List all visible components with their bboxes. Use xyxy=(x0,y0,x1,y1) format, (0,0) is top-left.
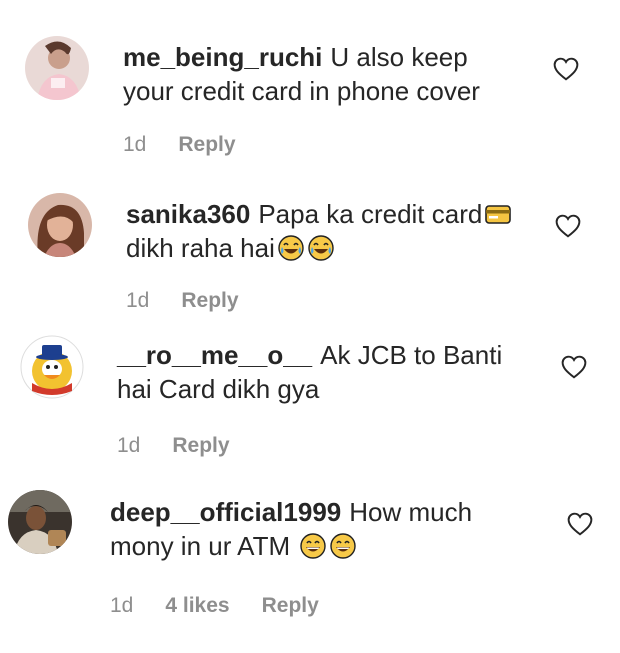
avatar[interactable] xyxy=(8,490,72,554)
grinning-face-icon xyxy=(299,532,327,560)
reply-button[interactable]: Reply xyxy=(262,594,319,618)
comment-meta: 1d 4 likes Reply xyxy=(110,594,319,618)
timestamp: 1d xyxy=(110,594,134,617)
grinning-face-icon xyxy=(329,532,357,560)
heart-outline-icon[interactable] xyxy=(561,355,587,379)
timestamp: 1d xyxy=(123,133,147,156)
comment-text: __ro__me__o__ Ak JCB to Banti hai Card di… xyxy=(117,338,517,406)
username-link[interactable]: __ro__me__o__ xyxy=(117,340,312,370)
face-with-tears-of-joy-icon xyxy=(277,234,305,262)
face-with-tears-of-joy-icon xyxy=(307,234,335,262)
comment-text: me_being_ruchi U also keep your credit ca… xyxy=(123,40,523,108)
heart-outline-icon[interactable] xyxy=(567,512,593,536)
heart-outline-icon[interactable] xyxy=(553,57,579,81)
avatar[interactable] xyxy=(20,335,84,399)
timestamp: 1d xyxy=(117,434,141,457)
username-link[interactable]: sanika360 xyxy=(126,199,250,229)
comment-meta: 1d Reply xyxy=(117,434,230,458)
heart-outline-icon[interactable] xyxy=(555,214,581,238)
comment-text: deep__official1999 How much mony in ur AT… xyxy=(110,495,510,563)
timestamp: 1d xyxy=(126,289,150,312)
reply-button[interactable]: Reply xyxy=(172,434,229,458)
likes-count[interactable]: 4 likes xyxy=(165,594,229,618)
reply-button[interactable]: Reply xyxy=(181,289,238,313)
username-link[interactable]: me_being_ruchi xyxy=(123,42,322,72)
credit-card-icon xyxy=(484,200,512,228)
comment-meta: 1d Reply xyxy=(123,133,236,157)
comment-meta: 1d Reply xyxy=(126,289,239,313)
username-link[interactable]: deep__official1999 xyxy=(110,497,341,527)
reply-button[interactable]: Reply xyxy=(178,133,235,157)
comment-text: sanika360 Papa ka credit card dikh raha h… xyxy=(126,197,526,265)
comment-body: Papa ka credit card xyxy=(258,199,483,229)
avatar[interactable] xyxy=(25,36,89,100)
avatar[interactable] xyxy=(28,193,92,257)
comment-body-continued: dikh raha hai xyxy=(126,233,275,263)
